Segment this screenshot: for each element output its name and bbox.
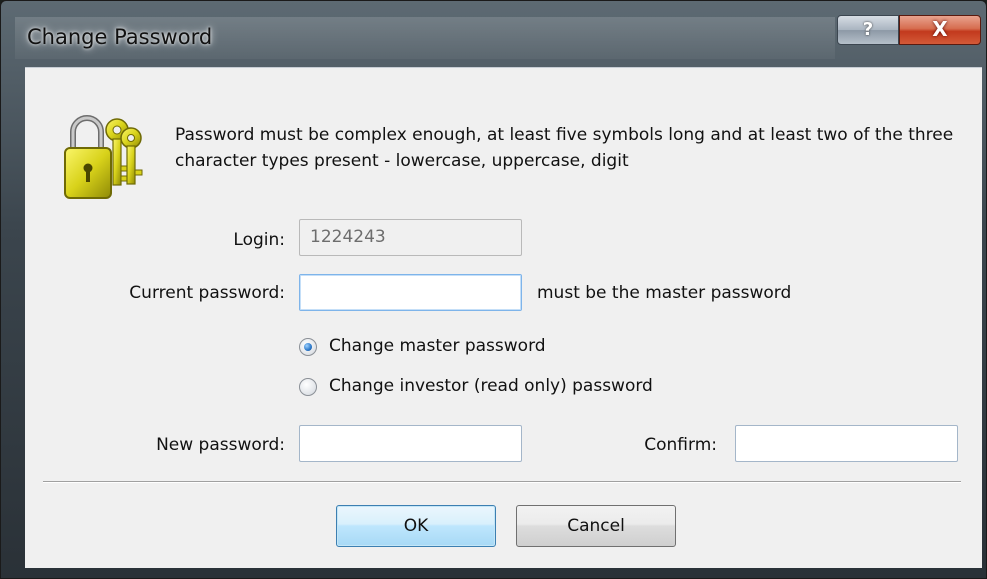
confirm-field[interactable] xyxy=(735,425,958,462)
current-password-hint: must be the master password xyxy=(537,283,792,303)
title-bar[interactable]: Change Password ? X xyxy=(1,1,987,61)
radio-investor-label: Change investor (read only) password xyxy=(329,376,653,396)
password-requirements-text: Password must be complex enough, at leas… xyxy=(175,125,954,171)
help-button[interactable]: ? xyxy=(837,15,899,45)
close-icon: X xyxy=(932,17,948,41)
new-password-field[interactable] xyxy=(299,425,522,462)
padlock-keys-icon xyxy=(64,115,143,199)
cancel-button[interactable]: Cancel xyxy=(516,505,676,547)
dialog-body: Password must be complex enough, at leas… xyxy=(25,67,982,568)
ok-button[interactable]: OK xyxy=(336,505,496,547)
close-button[interactable]: X xyxy=(899,15,981,45)
current-password-field[interactable] xyxy=(299,274,522,311)
login-field: 1224243 xyxy=(299,219,522,256)
confirm-label: Confirm: xyxy=(644,435,717,455)
current-password-label: Current password: xyxy=(129,283,285,303)
help-icon: ? xyxy=(862,19,874,40)
radio-button-master[interactable] xyxy=(299,338,317,356)
radio-master-label: Change master password xyxy=(329,336,546,356)
new-password-label: New password: xyxy=(156,435,285,455)
change-password-dialog: Change Password ? X Password must be com… xyxy=(0,0,987,579)
window-title: Change Password xyxy=(27,25,213,49)
divider xyxy=(43,481,961,483)
login-label: Login: xyxy=(233,230,285,250)
radio-button-investor[interactable] xyxy=(299,378,317,396)
